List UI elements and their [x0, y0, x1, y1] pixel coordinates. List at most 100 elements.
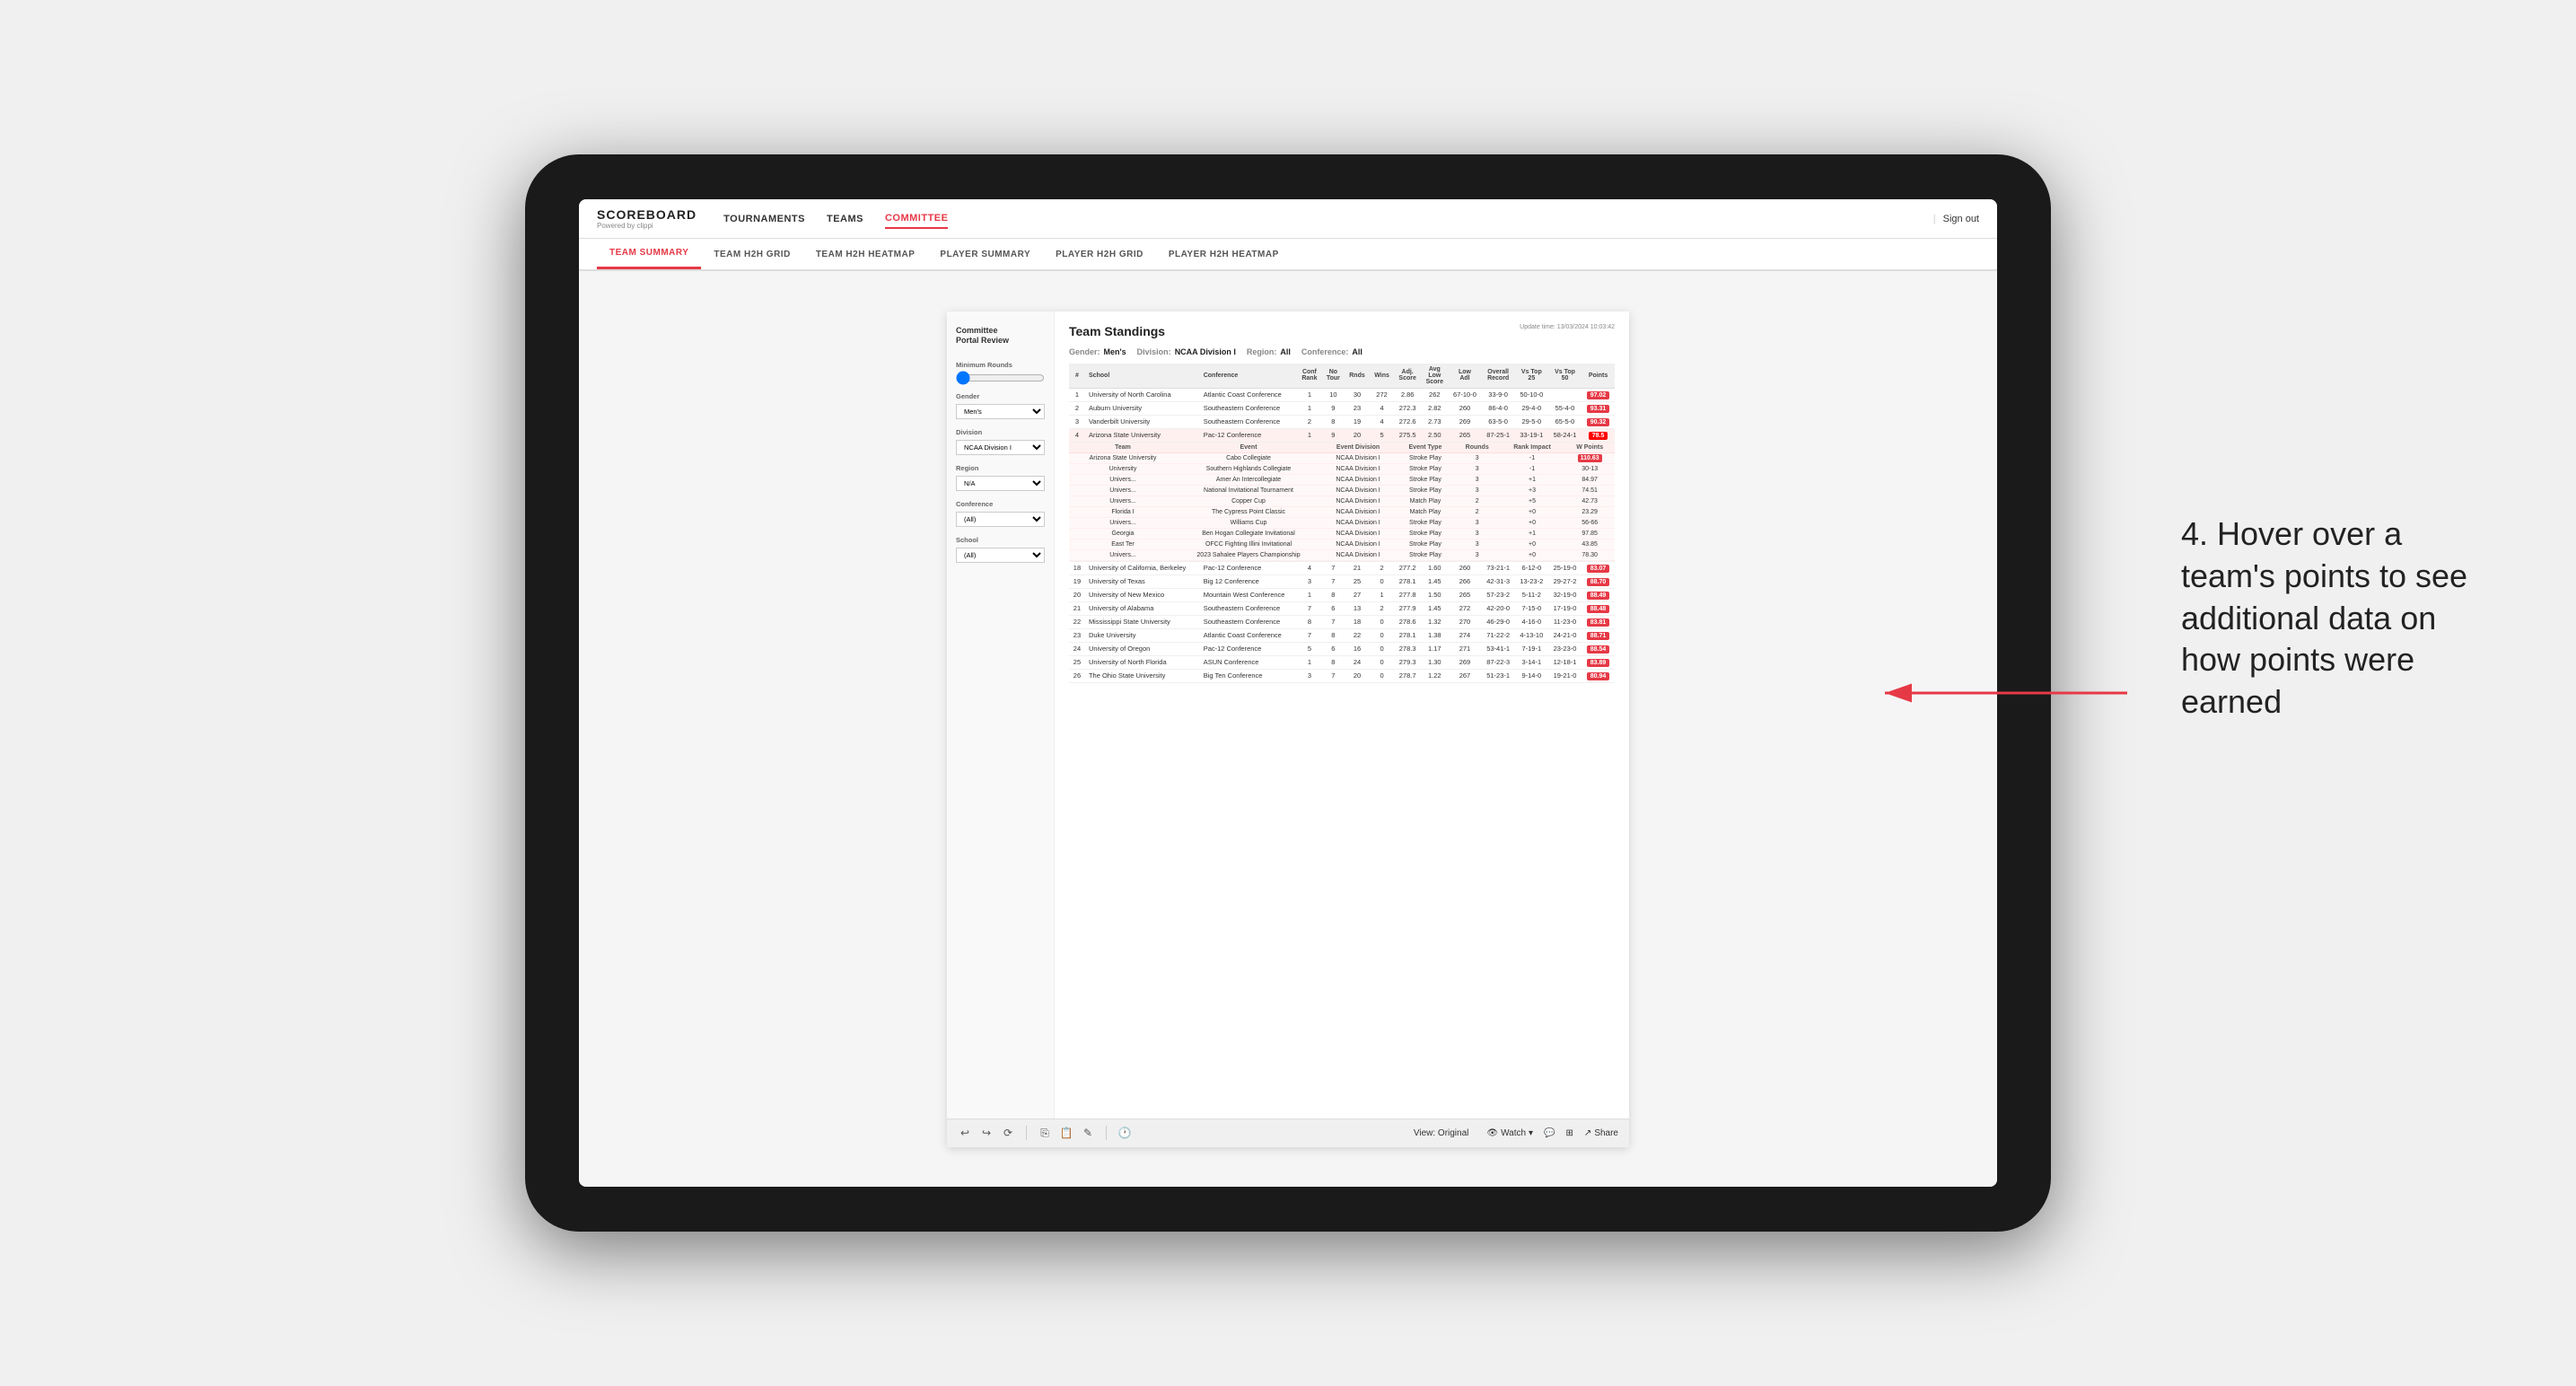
low-cell: 260	[1448, 561, 1481, 575]
points-cell[interactable]: 90.32	[1582, 415, 1615, 428]
gender-select[interactable]: Men's	[956, 404, 1045, 419]
conf-rank-cell: 7	[1297, 601, 1322, 615]
points-cell[interactable]: 83.89	[1582, 655, 1615, 669]
watch-button[interactable]: 👁 Watch ▾	[1486, 1128, 1533, 1138]
expanded-table-row: University Southern Highlands Collegiate…	[1069, 463, 1615, 474]
points-cell[interactable]: 88.49	[1582, 588, 1615, 601]
vs50-cell: 11-23-0	[1548, 615, 1582, 628]
tab-team-h2h-heatmap[interactable]: TEAM H2H HEATMAP	[803, 239, 928, 269]
conf-rank-cell: 1	[1297, 401, 1322, 415]
nav-committee[interactable]: COMMITTEE	[885, 209, 949, 229]
school-cell: The Ohio State University	[1085, 669, 1200, 682]
overall-cell: 86-4-0	[1482, 401, 1515, 415]
paste-icon[interactable]: 📋	[1059, 1126, 1073, 1140]
rank-cell: 20	[1069, 588, 1085, 601]
low-cell: 269	[1448, 655, 1481, 669]
vs25-cell: 6-12-0	[1515, 561, 1548, 575]
points-cell[interactable]: 78.5	[1582, 428, 1615, 442]
exp-event: 2023 Sahalee Players Championship	[1177, 549, 1320, 560]
exp-team: Univers...	[1069, 474, 1177, 485]
conference-select[interactable]: (All)	[956, 512, 1045, 527]
school-cell: Mississippi State University	[1085, 615, 1200, 628]
expanded-table-row: Arizona State University Cabo Collegiate…	[1069, 452, 1615, 463]
conference-cell: Southeastern Conference	[1200, 601, 1297, 615]
copy-icon[interactable]: ⎘	[1038, 1126, 1052, 1140]
share-button[interactable]: ↗ Share	[1584, 1128, 1618, 1138]
points-cell[interactable]: 88.71	[1582, 628, 1615, 642]
tab-team-summary[interactable]: TEAM SUMMARY	[597, 239, 701, 269]
exp-wpoints: 23.29	[1564, 506, 1615, 517]
nav-tournaments[interactable]: TOURNAMENTS	[723, 210, 805, 228]
annotation-container: 4. Hover over a team's points to see add…	[2181, 513, 2468, 724]
update-time: Update time: 13/03/2024 10:03:42	[1520, 324, 1615, 330]
exp-type: Stroke Play	[1396, 549, 1455, 560]
exp-div: NCAA Division I	[1320, 474, 1396, 485]
vs50-cell: 55-4-0	[1548, 401, 1582, 415]
avg-cell: 1.30	[1421, 655, 1448, 669]
min-rounds-slider[interactable]	[956, 371, 1045, 385]
adj-cell: 278.6	[1394, 615, 1421, 628]
points-cell[interactable]: 88.70	[1582, 575, 1615, 588]
rank-cell: 2	[1069, 401, 1085, 415]
refresh-icon[interactable]: ⟳	[1001, 1126, 1015, 1140]
points-cell[interactable]: 97.02	[1582, 388, 1615, 401]
nav-teams[interactable]: TEAMS	[827, 210, 863, 228]
comment-button[interactable]: 💬	[1544, 1128, 1555, 1138]
low-cell: 265	[1448, 428, 1481, 442]
vs25-cell: 29-4-0	[1515, 401, 1548, 415]
rnds-cell: 21	[1345, 561, 1370, 575]
min-rounds-label: Minimum Rounds	[956, 361, 1045, 369]
exp-event: Ben Hogan Collegiate Invitational	[1177, 528, 1320, 539]
exp-event: Amer An Intercollegiate	[1177, 474, 1320, 485]
adj-cell: 277.9	[1394, 601, 1421, 615]
exp-rounds: 2	[1455, 506, 1500, 517]
wins-cell: 4	[1370, 415, 1394, 428]
tab-player-summary[interactable]: PLAYER SUMMARY	[927, 239, 1043, 269]
school-select[interactable]: (All)	[956, 548, 1045, 563]
conference-cell: Atlantic Coast Conference	[1200, 628, 1297, 642]
points-cell[interactable]: 83.07	[1582, 561, 1615, 575]
exp-wpoints: 97.85	[1564, 528, 1615, 539]
school-cell: Duke University	[1085, 628, 1200, 642]
conference-cell: Southeastern Conference	[1200, 401, 1297, 415]
tab-team-h2h-grid[interactable]: TEAM H2H GRID	[701, 239, 802, 269]
avg-cell: 2.73	[1421, 415, 1448, 428]
avg-cell: 1.17	[1421, 642, 1448, 655]
no-tour-cell: 8	[1322, 655, 1345, 669]
exp-team: Univers...	[1069, 549, 1177, 560]
avg-cell: 1.50	[1421, 588, 1448, 601]
sub-navigation: TEAM SUMMARY TEAM H2H GRID TEAM H2H HEAT…	[579, 239, 1997, 271]
gender-filter: Gender: Men's	[1069, 347, 1126, 356]
col-points: Points	[1582, 364, 1615, 389]
points-cell[interactable]: 80.94	[1582, 669, 1615, 682]
division-label: Division	[956, 428, 1045, 436]
overall-cell: 71-22-2	[1482, 628, 1515, 642]
points-cell[interactable]: 83.81	[1582, 615, 1615, 628]
points-cell[interactable]: 88.48	[1582, 601, 1615, 615]
toolbar-separator	[1026, 1126, 1027, 1140]
grid-button[interactable]: ⊞	[1566, 1128, 1573, 1138]
redo-icon[interactable]: ↪	[979, 1126, 994, 1140]
region-select[interactable]: N/A	[956, 476, 1045, 491]
points-cell[interactable]: 88.54	[1582, 642, 1615, 655]
exp-div: NCAA Division I	[1320, 452, 1396, 463]
undo-icon[interactable]: ↩	[958, 1126, 972, 1140]
vs50-cell: 32-19-0	[1548, 588, 1582, 601]
conf-rank-cell: 3	[1297, 669, 1322, 682]
exp-div: NCAA Division I	[1320, 463, 1396, 474]
wins-cell: 0	[1370, 615, 1394, 628]
division-select[interactable]: NCAA Division I	[956, 440, 1045, 455]
tab-player-h2h-grid[interactable]: PLAYER H2H GRID	[1043, 239, 1156, 269]
share-icon: ↗	[1584, 1128, 1591, 1138]
exp-type: Match Play	[1396, 506, 1455, 517]
points-cell[interactable]: 93.31	[1582, 401, 1615, 415]
sign-out-button[interactable]: Sign out	[1943, 214, 1979, 224]
tab-player-h2h-heatmap[interactable]: PLAYER H2H HEATMAP	[1156, 239, 1292, 269]
adj-cell: 278.3	[1394, 642, 1421, 655]
avg-cell: 1.32	[1421, 615, 1448, 628]
edit-icon[interactable]: ✎	[1081, 1126, 1095, 1140]
clock-icon[interactable]: 🕐	[1117, 1126, 1132, 1140]
table-row: 22 Mississippi State University Southeas…	[1069, 615, 1615, 628]
view-label[interactable]: View: Original	[1414, 1128, 1469, 1138]
exp-div: NCAA Division I	[1320, 549, 1396, 560]
